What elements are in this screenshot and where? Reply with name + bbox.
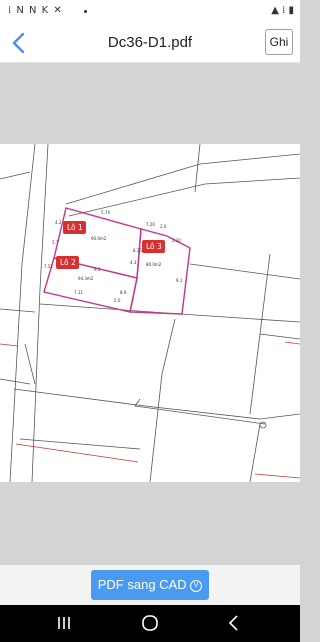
dim-label: 9.1	[176, 278, 183, 283]
pdf-drawing-view[interactable]: 5.74 4.2 5.7 7.20 2.0 2.20 8.35 9.1 7.51…	[0, 143, 301, 483]
app-bar: Dc36-D1.pdf Ghi	[0, 24, 300, 63]
dim-label: 7.20	[146, 222, 155, 227]
dim-label: 9.1	[94, 267, 101, 272]
dim-label: 7.11	[74, 290, 83, 295]
lot-label: Lô 1	[67, 223, 83, 232]
dim-label: 2.20	[172, 238, 181, 243]
system-icons: ▲ ⁞ ▮	[271, 5, 294, 16]
save-button[interactable]: Ghi	[265, 29, 293, 55]
pdf-to-cad-button[interactable]: PDF sang CAD V	[91, 570, 209, 600]
system-nav-bar	[0, 605, 300, 642]
lot-label: Lô 2	[60, 258, 76, 267]
file-title: Dc36-D1.pdf	[107, 34, 193, 51]
home-icon[interactable]	[138, 611, 162, 635]
dim-label: 5.7	[52, 240, 59, 245]
dot-icon	[84, 10, 87, 13]
dim-label: 7.51	[44, 264, 53, 269]
dim-label: 5.74	[101, 210, 110, 215]
status-bar: ⁞ N N K ✕ ▲ ⁞ ▮	[0, 0, 300, 24]
lot-label: Lô 3	[146, 242, 162, 251]
bottom-toolbar: PDF sang CAD V	[0, 565, 300, 605]
pdf-to-cad-label: PDF sang CAD	[97, 577, 187, 592]
dim-label: 5.0	[114, 298, 121, 303]
recent-apps-icon[interactable]	[52, 611, 76, 635]
lot-area: 94.3m2	[78, 276, 94, 281]
site-plan: 5.74 4.2 5.7 7.20 2.0 2.20 8.35 9.1 7.51…	[0, 143, 301, 483]
back-nav-icon[interactable]	[222, 611, 246, 635]
lot-area: 90.0m2	[91, 236, 107, 241]
dim-label: 2.0	[160, 224, 167, 229]
notification-icons: ⁞ N N K ✕	[8, 5, 63, 16]
dim-label: 8.9	[120, 290, 127, 295]
premium-icon: V	[190, 579, 203, 592]
dim-label: 4.3	[130, 260, 137, 265]
dim-label: 8.35	[133, 248, 142, 253]
dim-label: 4.2	[55, 220, 62, 225]
lot-area: 80.0m2	[146, 262, 162, 267]
